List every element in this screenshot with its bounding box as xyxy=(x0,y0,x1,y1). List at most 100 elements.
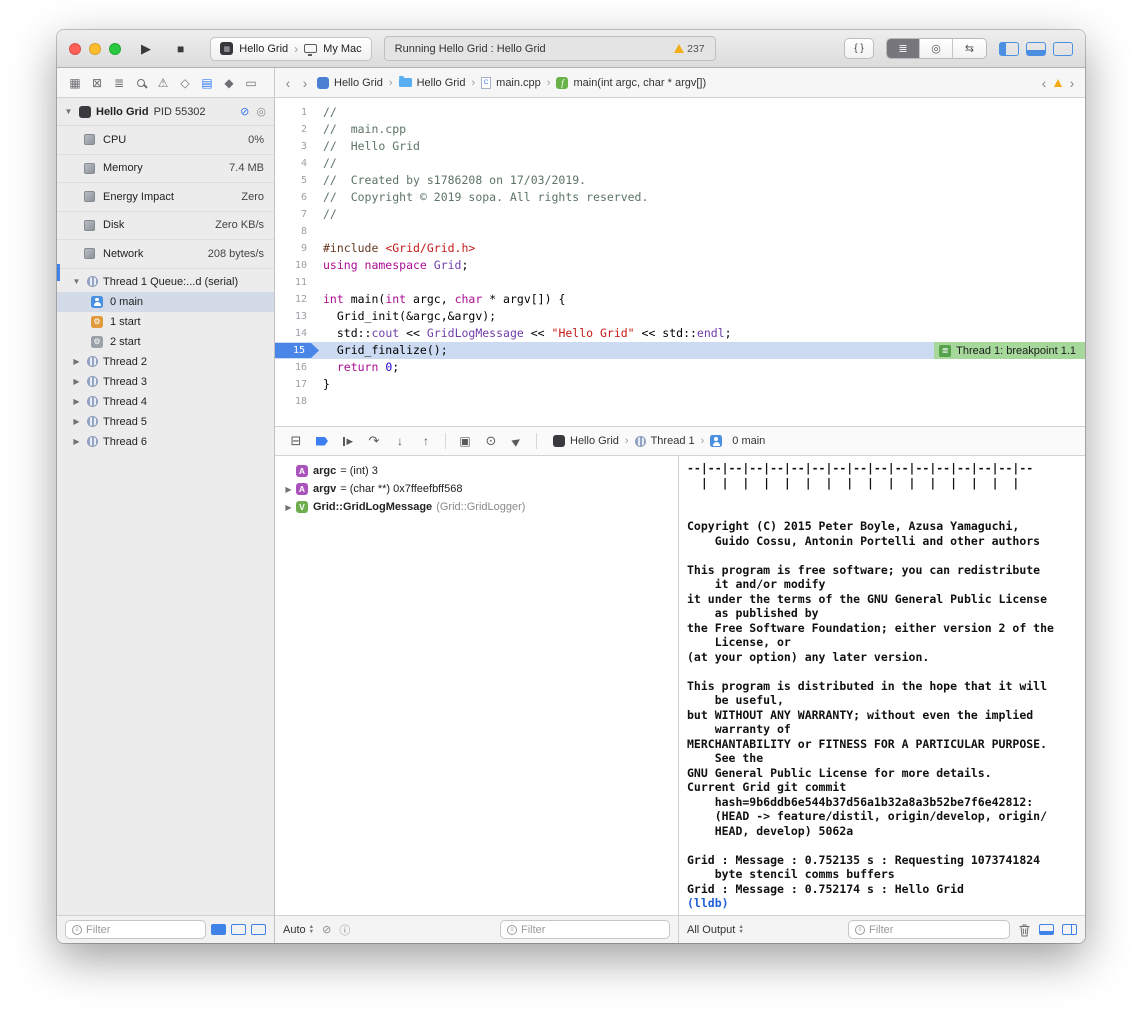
disclosure-icon[interactable] xyxy=(71,437,82,446)
next-issue-button[interactable] xyxy=(1067,75,1077,91)
variable-row[interactable]: VGrid::GridLogMessage (Grid::GridLogger) xyxy=(275,498,678,516)
code-line[interactable]: 3// Hello Grid xyxy=(275,138,1085,155)
code-line[interactable]: 6// Copyright © 2019 sopa. All rights re… xyxy=(275,189,1085,206)
line-number[interactable]: 10 xyxy=(275,260,319,271)
info-icon[interactable] xyxy=(339,922,350,938)
toggle-navigator-button[interactable] xyxy=(999,42,1019,56)
line-number[interactable]: 8 xyxy=(275,226,319,237)
pause-process-icon[interactable] xyxy=(240,105,249,118)
line-number[interactable]: 18 xyxy=(275,396,319,407)
hide-debug-area-icon[interactable] xyxy=(283,431,309,451)
jumpbar-item[interactable]: main.cpp xyxy=(481,77,541,89)
line-number[interactable]: 11 xyxy=(275,277,319,288)
memory-graph-icon[interactable] xyxy=(478,431,504,451)
gauge-row[interactable]: Energy ImpactZero xyxy=(57,183,274,212)
issues-badge[interactable]: 237 xyxy=(674,43,705,55)
gauge-row[interactable]: Memory7.4 MB xyxy=(57,155,274,184)
disclosure-icon[interactable] xyxy=(71,277,82,286)
disclosure-icon[interactable] xyxy=(71,417,82,426)
stop-button[interactable] xyxy=(177,42,184,56)
issues-navigator-icon[interactable]: ⚠ xyxy=(152,68,174,97)
disclosure-icon[interactable] xyxy=(71,377,82,386)
code-line[interactable]: 10using namespace Grid; xyxy=(275,257,1085,274)
code-line[interactable]: 5// Created by s1786208 on 17/03/2019. xyxy=(275,172,1085,189)
run-button[interactable] xyxy=(141,41,151,57)
code-line[interactable]: 1// xyxy=(275,104,1085,121)
code-line[interactable]: 17} xyxy=(275,376,1085,393)
tests-navigator-icon[interactable]: ◇ xyxy=(174,68,196,97)
scheme-selector[interactable]: Hello Grid My Mac xyxy=(210,37,371,61)
process-row[interactable]: Hello Grid PID 55302 xyxy=(57,98,274,126)
thread-row[interactable]: Thread 1 Queue:...d (serial) xyxy=(57,272,274,292)
stack-frame-row[interactable]: 0 main xyxy=(57,292,274,312)
clear-console-button[interactable] xyxy=(1018,923,1031,937)
debug-bar-crumb[interactable]: 0 main xyxy=(710,435,765,447)
toggle-debug-area-button[interactable] xyxy=(1026,42,1046,56)
thread-row[interactable]: Thread 6 xyxy=(57,432,274,452)
minimize-button[interactable] xyxy=(89,43,101,55)
view-process-mode-icon[interactable] xyxy=(256,105,266,118)
step-over-icon[interactable] xyxy=(361,431,387,451)
debug-bar-crumb[interactable]: Thread 1 xyxy=(635,435,695,447)
gauge-row[interactable]: DiskZero KB/s xyxy=(57,212,274,241)
gauge-row[interactable]: Network208 bytes/s xyxy=(57,240,274,269)
line-number[interactable]: 12 xyxy=(275,294,319,305)
jumpbar-item[interactable]: main(int argc, char * argv[]) xyxy=(556,77,706,89)
reports-navigator-icon[interactable]: ▭ xyxy=(240,68,262,97)
line-number[interactable]: 7 xyxy=(275,209,319,220)
close-button[interactable] xyxy=(69,43,81,55)
line-number[interactable]: 17 xyxy=(275,379,319,390)
quicklook-icon[interactable] xyxy=(322,923,331,936)
line-number[interactable]: 3 xyxy=(275,141,319,152)
step-out-icon[interactable] xyxy=(413,431,439,451)
breakpoint-annotation[interactable]: Thread 1: breakpoint 1.1 xyxy=(934,342,1085,359)
assistant-editor-button[interactable] xyxy=(920,39,953,58)
line-number[interactable]: 2 xyxy=(275,124,319,135)
version-editor-button[interactable] xyxy=(953,39,986,58)
titlebar[interactable]: Hello Grid My Mac Running Hello Grid : H… xyxy=(57,30,1085,68)
line-number[interactable]: 16 xyxy=(275,362,319,373)
line-number[interactable]: 1 xyxy=(275,107,319,118)
code-line[interactable]: 12int main(int argc, char * argv[]) { xyxy=(275,291,1085,308)
jumpbar-item[interactable]: Hello Grid xyxy=(317,77,383,89)
zoom-button[interactable] xyxy=(109,43,121,55)
console-text[interactable]: --|--|--|--|--|--|--|--|--|--|--|--|--|-… xyxy=(679,456,1085,915)
code-snippet-button[interactable] xyxy=(844,38,874,59)
source-editor[interactable]: 1//2// main.cpp3// Hello Grid4//5// Crea… xyxy=(275,98,1085,426)
debug-navigator-icon[interactable]: ▤ xyxy=(196,68,218,97)
breakpoints-navigator-icon[interactable]: ◆ xyxy=(218,68,240,97)
variables-list[interactable]: Aargc = (int) 3Aargv = (char **) 0x7ffee… xyxy=(275,456,678,915)
disclosure-icon[interactable] xyxy=(63,107,74,116)
sidebar-filter-field[interactable]: Filter xyxy=(65,920,206,939)
code-line[interactable]: 16 return 0; xyxy=(275,359,1085,376)
variables-scope-popup[interactable]: Auto xyxy=(283,924,314,936)
console-filter-field[interactable]: Filter xyxy=(848,920,1010,939)
disclosure-icon[interactable] xyxy=(283,485,294,494)
stack-frame-row[interactable]: 2 start xyxy=(57,332,274,352)
disclosure-icon[interactable] xyxy=(283,503,294,512)
line-number[interactable]: 13 xyxy=(275,311,319,322)
code-line[interactable]: 18 xyxy=(275,393,1085,410)
code-line[interactable]: 11 xyxy=(275,274,1085,291)
thread-row[interactable]: Thread 3 xyxy=(57,372,274,392)
debug-bar-crumb[interactable]: Hello Grid xyxy=(553,435,619,447)
toggle-inspector-button[interactable] xyxy=(1053,42,1073,56)
code-line[interactable]: 14 std::cout << GridLogMessage << "Hello… xyxy=(275,325,1085,342)
breakpoints-icon[interactable] xyxy=(309,431,335,451)
line-number[interactable]: 9 xyxy=(275,243,319,254)
code-line[interactable]: 9#include <Grid/Grid.h> xyxy=(275,240,1085,257)
project-navigator-icon[interactable]: ▦ xyxy=(64,68,86,97)
code-line[interactable]: 15 Grid_finalize();Thread 1: breakpoint … xyxy=(275,342,1085,359)
console-output-popup[interactable]: All Output xyxy=(687,924,744,936)
stack-display-compact-icon[interactable] xyxy=(211,924,226,935)
variables-filter-field[interactable]: Filter xyxy=(500,920,670,939)
forward-button[interactable] xyxy=(300,75,310,91)
step-into-icon[interactable] xyxy=(387,431,413,451)
code-line[interactable]: 8 xyxy=(275,223,1085,240)
thread-row[interactable]: Thread 2 xyxy=(57,352,274,372)
line-number[interactable]: 6 xyxy=(275,192,319,203)
previous-issue-button[interactable] xyxy=(1039,75,1049,91)
simulate-location-icon[interactable] xyxy=(504,431,530,451)
stack-frame-row[interactable]: 1 start xyxy=(57,312,274,332)
standard-editor-button[interactable] xyxy=(887,39,920,58)
